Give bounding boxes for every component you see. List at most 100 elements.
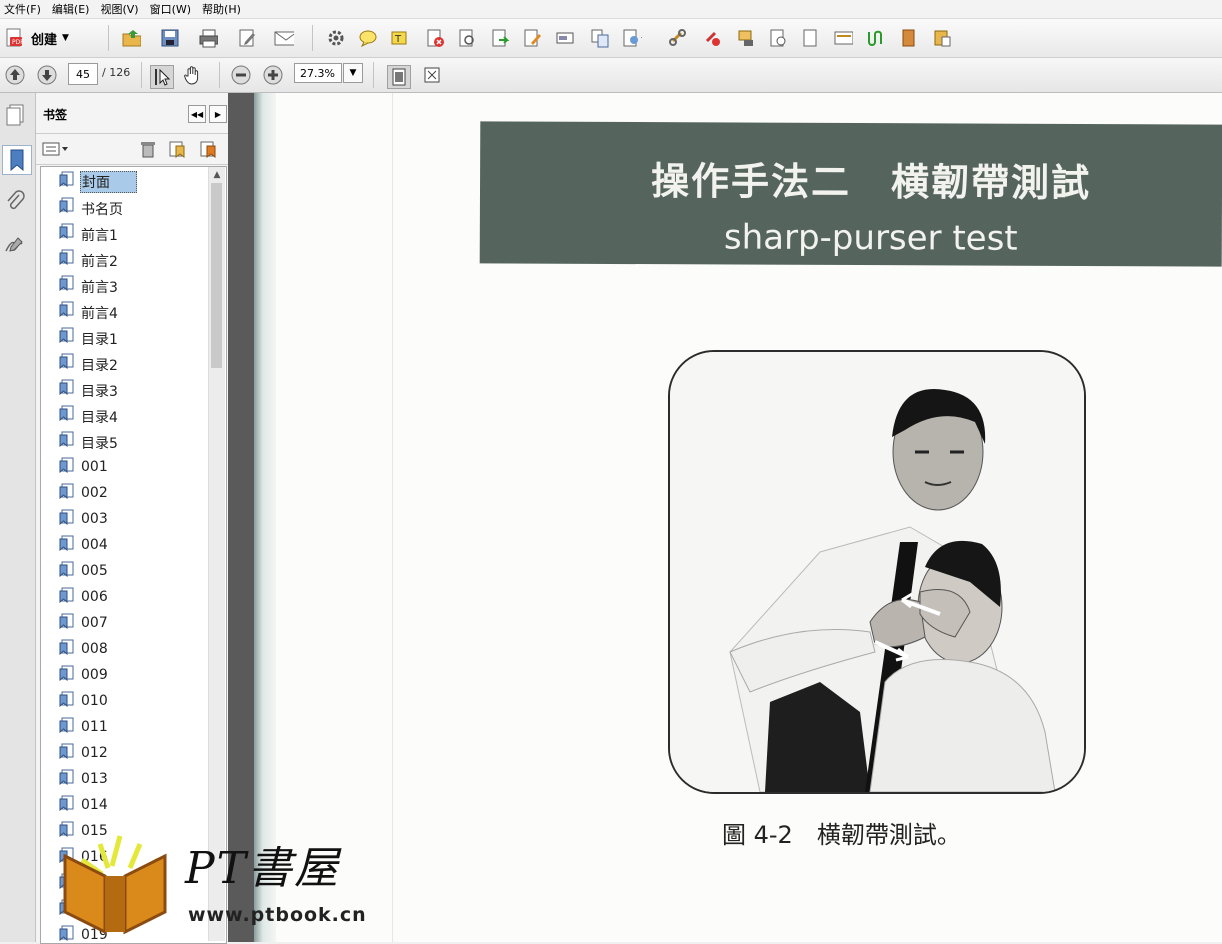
bookmark-item[interactable]: 前言3 [41, 272, 211, 298]
bookmark-item[interactable]: 书名页 [41, 194, 211, 220]
bookmark-item[interactable]: 007 [41, 610, 211, 636]
fit-page-button[interactable] [387, 65, 411, 89]
bookmark-item[interactable]: 012 [41, 740, 211, 766]
bookmark-item[interactable]: 前言4 [41, 298, 211, 324]
bookmark-item[interactable]: 014 [41, 792, 211, 818]
zoom-out-button[interactable] [231, 65, 251, 85]
bookmark-item[interactable]: 004 [41, 532, 211, 558]
previous-page-button[interactable] [5, 65, 25, 85]
hand-tool-button[interactable] [183, 65, 203, 85]
form-field-icon[interactable] [555, 28, 575, 48]
bookmark-label: 002 [81, 485, 108, 501]
toolbar-divider [312, 25, 313, 51]
comment-icon[interactable] [358, 28, 378, 48]
menu-view[interactable]: 视图(V) [96, 1, 145, 17]
chapter-banner: 操作手法二 横韌帶測試 sharp-purser test [479, 121, 1222, 267]
bookmark-page-icon [59, 171, 74, 187]
bookmark-tag-button[interactable] [198, 139, 218, 159]
bookmark-item[interactable]: 002 [41, 480, 211, 506]
signatures-tab[interactable] [3, 233, 27, 257]
unlink-icon[interactable] [702, 28, 722, 48]
menu-edit[interactable]: 编辑(E) [48, 1, 97, 17]
bookmark-item[interactable]: 前言2 [41, 246, 211, 272]
bookmarks-tab[interactable] [2, 145, 32, 175]
signature-icon [5, 237, 23, 252]
hand-icon [184, 66, 199, 85]
find-page-icon[interactable] [457, 28, 477, 48]
book-icon[interactable] [898, 28, 918, 48]
svg-text:T: T [394, 34, 402, 45]
copy-pages-icon[interactable] [590, 28, 610, 48]
next-page-button[interactable] [37, 65, 57, 85]
edit-document-icon[interactable] [237, 28, 257, 48]
bookmark-page-icon [59, 509, 74, 525]
blank-page-icon[interactable] [800, 28, 820, 48]
bookmark-item[interactable]: 009 [41, 662, 211, 688]
menu-file[interactable]: 文件(F) [0, 1, 48, 17]
bookmark-label: 前言1 [81, 228, 118, 244]
link-icon[interactable] [668, 28, 688, 48]
zoom-dropdown-button[interactable]: ▼ [343, 63, 363, 83]
scrollbar-thumb[interactable] [211, 183, 222, 368]
page-thumbnails-tab[interactable] [3, 103, 27, 127]
bookmark-item[interactable]: 013 [41, 766, 211, 792]
bookmark-label: 006 [81, 589, 108, 605]
collapse-panel-button[interactable]: ◀◀ [188, 105, 206, 123]
scroll-up-arrow-icon[interactable]: ▲ [209, 167, 225, 183]
delete-page-icon[interactable] [425, 28, 445, 48]
attach-file-icon[interactable] [932, 28, 952, 48]
delete-bookmark-button[interactable] [138, 139, 158, 159]
site-watermark: PT書屋 www.ptbook.cn [60, 826, 390, 936]
chapter-subheading: sharp-purser test [723, 217, 1018, 259]
bookmark-item[interactable]: 003 [41, 506, 211, 532]
email-icon[interactable] [274, 28, 294, 48]
bookmark-item[interactable]: 目录4 [41, 402, 211, 428]
bookmark-item[interactable]: 006 [41, 584, 211, 610]
bookmark-item[interactable]: 010 [41, 688, 211, 714]
zoom-in-button[interactable] [263, 65, 283, 85]
save-icon[interactable] [160, 28, 180, 48]
menu-help[interactable]: 帮助(H) [198, 1, 248, 17]
page-properties-icon[interactable] [768, 28, 788, 48]
bookmark-options-button[interactable] [42, 139, 70, 159]
bookmark-page-icon [59, 743, 74, 759]
full-screen-button[interactable] [422, 65, 442, 85]
bookmark-page-icon [59, 561, 74, 577]
stamp-icon[interactable] [736, 28, 756, 48]
create-button[interactable]: PDF 创建 ▼ [4, 27, 69, 49]
gear-icon[interactable] [326, 28, 346, 48]
bookmark-item[interactable]: 封面 [41, 168, 211, 194]
attachments-tab[interactable] [3, 189, 27, 213]
bookmark-item[interactable]: 目录5 [41, 428, 211, 454]
header-footer-icon[interactable] [833, 28, 853, 48]
bookmark-item[interactable]: 目录3 [41, 376, 211, 402]
path-tool-icon[interactable] [866, 28, 886, 48]
bookmark-item[interactable]: 001 [41, 454, 211, 480]
bookmark-item[interactable]: 005 [41, 558, 211, 584]
document-menu-icon[interactable] [622, 28, 642, 48]
navigation-pane-tabs [0, 93, 36, 942]
highlight-text-icon[interactable]: T [390, 28, 410, 48]
new-bookmark-button[interactable] [167, 139, 187, 159]
fit-page-icon [392, 68, 406, 86]
pane-splitter[interactable] [228, 93, 254, 942]
export-page-icon[interactable] [490, 28, 510, 48]
bookmark-tag-icon [200, 141, 216, 158]
open-folder-icon[interactable] [121, 28, 141, 48]
bookmark-item[interactable]: 目录1 [41, 324, 211, 350]
panel-menu-button[interactable]: ▶ [209, 105, 227, 123]
bookmark-label: 书名页 [81, 202, 123, 218]
navigation-toolbar [0, 58, 1222, 93]
current-page-input[interactable]: 45 [68, 63, 98, 85]
bookmark-item[interactable]: 目录2 [41, 350, 211, 376]
bookmarks-panel-header: 书签 ◀◀ ▶ [36, 93, 228, 134]
zoom-level-input[interactable]: 27.3% [294, 63, 342, 83]
bookmark-item[interactable]: 008 [41, 636, 211, 662]
menu-window[interactable]: 窗口(W) [146, 1, 198, 17]
bookmark-item[interactable]: 011 [41, 714, 211, 740]
select-tool-button[interactable] [150, 65, 174, 89]
edit-page-icon[interactable] [522, 28, 542, 48]
bookmark-item[interactable]: 前言1 [41, 220, 211, 246]
print-icon[interactable] [198, 28, 218, 48]
bookmark-page-icon [59, 639, 74, 655]
